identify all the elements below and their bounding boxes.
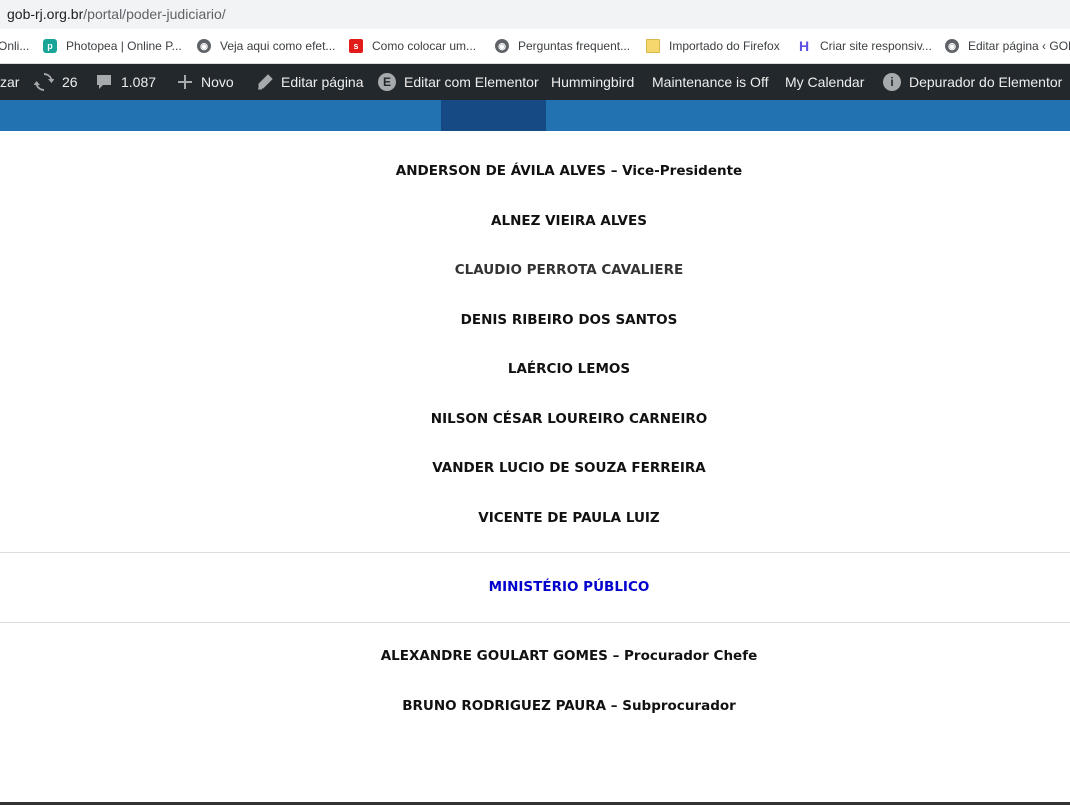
calendar-link[interactable]: My Calendar bbox=[785, 64, 864, 100]
member-name: DENIS RIBEIRO DOS SANTOS bbox=[460, 312, 678, 328]
calendar-label: My Calendar bbox=[785, 74, 865, 90]
section-divider bbox=[0, 552, 1070, 553]
red-s-icon: s bbox=[349, 39, 363, 53]
globe-icon: ◉ bbox=[197, 39, 211, 53]
url-path: /portal/poder-judiciario/ bbox=[83, 6, 226, 22]
bookmarks-bar: Onli... p Photopea | Online P... ◉ Veja … bbox=[0, 29, 1070, 64]
info-icon: i bbox=[883, 73, 901, 91]
member-name: CLAUDIO PERROTA CAVALIERE bbox=[454, 262, 684, 278]
elementor-debugger-link[interactable]: i Depurador do Elementor bbox=[883, 64, 1062, 100]
bookmark-item[interactable]: ◉ Editar página ‹ GOB bbox=[945, 29, 1070, 63]
url-host: gob-rj.org.br bbox=[7, 6, 84, 22]
edit-page-link[interactable]: Editar página bbox=[256, 64, 364, 100]
bookmark-item[interactable]: ◉ Perguntas frequent... bbox=[495, 29, 630, 63]
bookmark-item[interactable]: s Como colocar um... bbox=[349, 29, 476, 63]
section-divider bbox=[0, 622, 1070, 623]
member-name: BRUNO RODRIGUEZ PAURA – Subprocurador bbox=[402, 698, 736, 714]
bookmark-label: Como colocar um... bbox=[372, 39, 477, 53]
updates-count: 26 bbox=[62, 74, 78, 90]
member-name: NILSON CÉSAR LOUREIRO CARNEIRO bbox=[430, 411, 708, 427]
plus-icon bbox=[177, 74, 193, 90]
member-name: LAÉRCIO LEMOS bbox=[507, 361, 631, 377]
updates-link[interactable]: 26 bbox=[34, 64, 78, 100]
customize-link[interactable]: zar bbox=[0, 64, 19, 100]
bookmark-label: Editar página ‹ GOB bbox=[968, 39, 1070, 53]
globe-icon: ◉ bbox=[945, 39, 959, 53]
member-name: ALEXANDRE GOULART GOMES – Procurador Che… bbox=[380, 648, 758, 664]
edit-elementor-label: Editar com Elementor bbox=[404, 74, 539, 90]
bookmark-item[interactable]: ◉ Veja aqui como efet... bbox=[197, 29, 335, 63]
hummingbird-label: Hummingbird bbox=[551, 74, 635, 90]
bookmark-label: Criar site responsiv... bbox=[820, 39, 932, 53]
bookmark-label: Veja aqui como efet... bbox=[220, 39, 336, 53]
bookmark-label: Importado do Firefox bbox=[669, 39, 780, 53]
maintenance-label: Maintenance is Off bbox=[652, 74, 769, 90]
comment-icon bbox=[95, 73, 113, 91]
refresh-icon bbox=[34, 72, 54, 92]
elementor-icon: E bbox=[378, 73, 396, 91]
globe-icon: ◉ bbox=[495, 39, 509, 53]
bookmark-folder[interactable]: Importado do Firefox bbox=[646, 29, 780, 63]
member-name: VICENTE DE PAULA LUIZ bbox=[478, 510, 660, 526]
bookmark-label: Onli... bbox=[0, 39, 30, 53]
nav-item-active[interactable] bbox=[441, 100, 546, 131]
bookmark-label: Perguntas frequent... bbox=[518, 39, 631, 53]
edit-elementor-link[interactable]: E Editar com Elementor bbox=[378, 64, 539, 100]
bookmark-item[interactable]: p Photopea | Online P... bbox=[43, 29, 182, 63]
bookmark-item[interactable]: H Criar site responsiv... bbox=[797, 29, 932, 63]
h-logo-icon: H bbox=[798, 38, 810, 54]
comments-count: 1.087 bbox=[121, 74, 157, 90]
member-name: VANDER LUCIO DE SOUZA FERREIRA bbox=[432, 460, 706, 476]
bookmark-label: Photopea | Online P... bbox=[66, 39, 182, 53]
pencil-icon bbox=[256, 73, 273, 91]
folder-icon bbox=[646, 39, 660, 53]
section-title-ministerio: MINISTÉRIO PÚBLICO bbox=[488, 579, 650, 595]
debugger-label: Depurador do Elementor bbox=[909, 74, 1063, 90]
customize-label: zar bbox=[0, 74, 20, 90]
maintenance-link[interactable]: Maintenance is Off bbox=[652, 64, 768, 100]
new-label: Novo bbox=[201, 74, 234, 90]
hummingbird-link[interactable]: Hummingbird bbox=[551, 64, 634, 100]
site-navigation bbox=[0, 100, 1070, 131]
photopea-icon: p bbox=[43, 39, 57, 53]
main-content: ANDERSON DE ÁVILA ALVES – Vice-President… bbox=[0, 131, 1070, 805]
edit-page-label: Editar página bbox=[281, 74, 364, 90]
member-name: ALNEZ VIEIRA ALVES bbox=[491, 213, 647, 229]
address-bar[interactable]: gob-rj.org.br/portal/poder-judiciario/ bbox=[0, 0, 1070, 29]
comments-link[interactable]: 1.087 bbox=[95, 64, 156, 100]
bookmark-item[interactable]: Onli... bbox=[0, 29, 29, 63]
new-content-link[interactable]: Novo bbox=[177, 64, 234, 100]
wp-admin-bar: zar 26 1.087 Novo Editar página E Editar… bbox=[0, 64, 1070, 100]
member-name: ANDERSON DE ÁVILA ALVES – Vice-President… bbox=[395, 163, 743, 179]
